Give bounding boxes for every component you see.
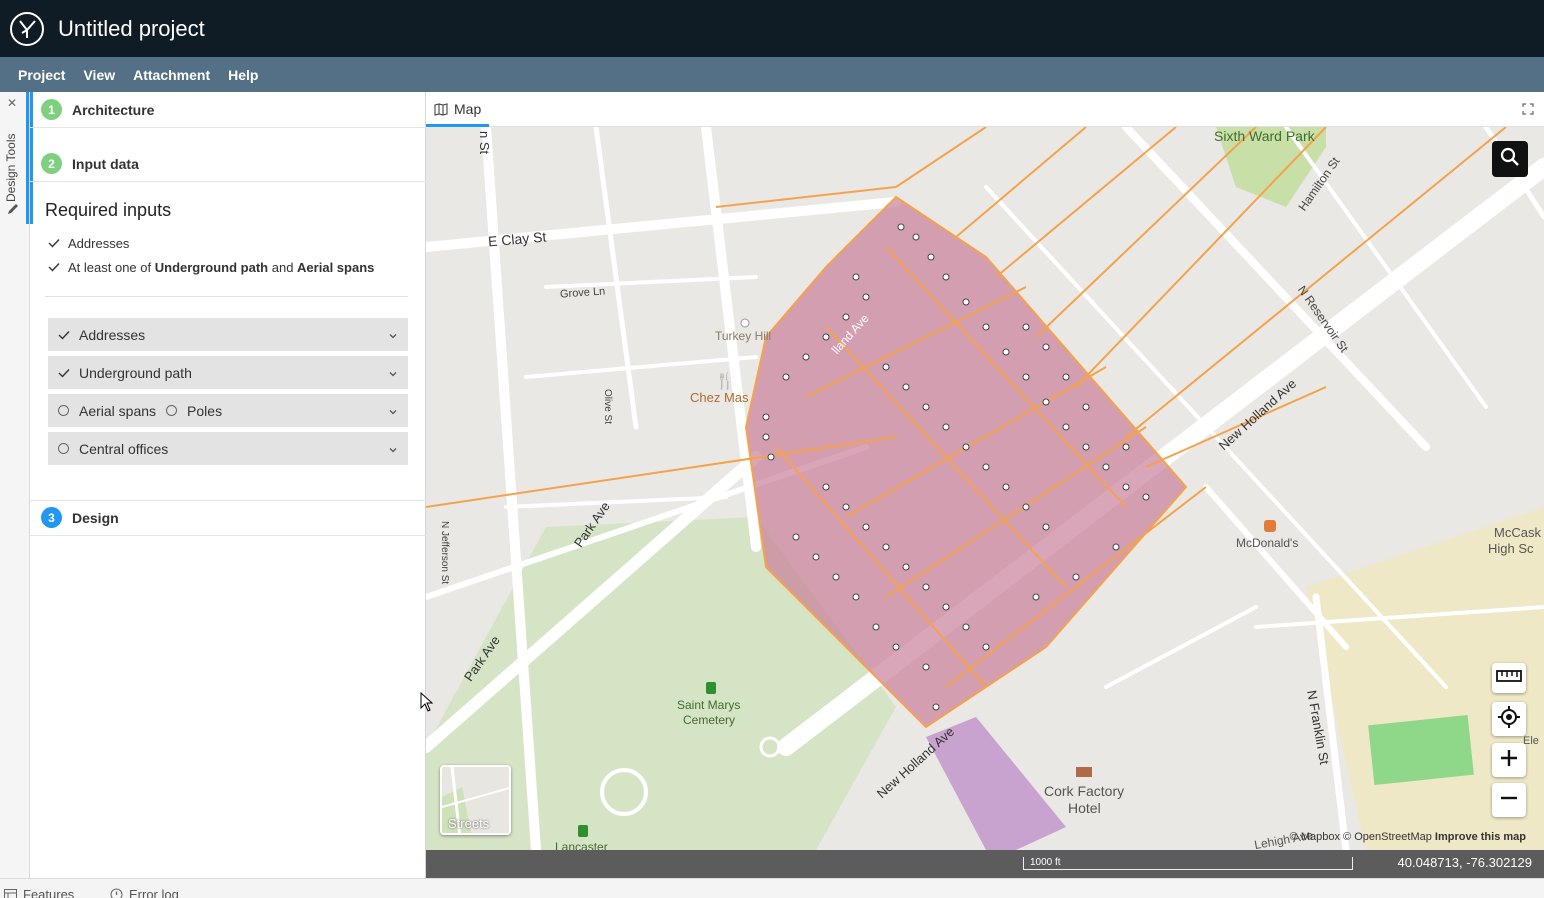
expand-icon[interactable] <box>1522 102 1534 120</box>
attribution-mapbox[interactable]: © Mapbox <box>1290 831 1340 843</box>
map-label: N Jefferson St <box>439 521 450 585</box>
map-label: McCask <box>1494 525 1541 540</box>
chevron-down-icon <box>388 404 398 420</box>
info-icon <box>110 888 123 898</box>
radio-empty-icon <box>58 405 72 416</box>
hotel-poi <box>1076 767 1092 777</box>
app-window: Untitled project Project View Attachment… <box>0 0 1544 898</box>
map-label: Sixth Ward Park <box>1214 128 1315 144</box>
locate-button[interactable] <box>1492 702 1526 736</box>
menu-view[interactable]: View <box>83 67 115 83</box>
required-inputs-title: Required inputs <box>45 200 172 220</box>
map-label: Saint Marys <box>677 698 741 712</box>
map-search-button[interactable] <box>1492 141 1528 177</box>
tools-active-indicator <box>26 92 29 224</box>
step-number-1: 1 <box>41 99 62 120</box>
input-underground-path[interactable]: Underground path <box>48 356 408 389</box>
map-label: Lancaster <box>555 840 608 850</box>
zoom-in-button[interactable] <box>1492 743 1526 777</box>
cursor-coordinates: 40.048713, -76.302129 <box>1397 855 1532 870</box>
divider <box>45 296 408 297</box>
menu-project[interactable]: Project <box>18 67 65 83</box>
map-label: Cork Factory <box>1044 783 1125 799</box>
tab-features[interactable]: Features <box>4 887 74 898</box>
project-title: Untitled project <box>58 15 205 41</box>
map-label: Turkey Hill <box>715 329 772 343</box>
close-icon[interactable]: ✕ <box>7 96 17 110</box>
map-label: High Sc <box>1488 541 1534 556</box>
check-icon <box>48 236 62 251</box>
requirement-addresses: Addresses <box>48 236 129 251</box>
radio-empty-icon <box>166 405 180 416</box>
ruler-icon <box>1496 669 1522 688</box>
zoom-out-button[interactable] <box>1492 783 1526 817</box>
design-panel: 1 Architecture 2 Input data Required inp… <box>30 92 426 878</box>
title-bar: Untitled project <box>0 0 1544 57</box>
map-label: Cemetery <box>683 713 736 727</box>
pencil-icon <box>6 202 20 221</box>
tab-error-log[interactable]: Error log <box>110 887 179 898</box>
tab-map[interactable]: Map <box>434 101 481 117</box>
menu-bar: Project View Attachment Help <box>0 57 1544 92</box>
map-canvas[interactable]: 🍴 Sixth Ward Park E Clay St Grove Ln Tur… <box>426 127 1544 850</box>
map-icon <box>434 102 448 116</box>
plus-icon <box>1500 749 1518 772</box>
cemetery-poi <box>578 825 588 837</box>
check-icon <box>48 260 62 275</box>
step-design[interactable]: 3 Design <box>30 500 426 536</box>
menu-help[interactable]: Help <box>228 67 258 83</box>
step-title-architecture: Architecture <box>72 101 155 118</box>
map-tab-header: Map <box>426 92 1544 127</box>
bottom-bar: Features Error log <box>0 878 1544 898</box>
step-input-data[interactable]: 2 Input data <box>30 146 426 182</box>
mouse-cursor-icon <box>420 691 434 717</box>
map-label: McDonald's <box>1236 536 1299 550</box>
map-label: Olive St <box>602 389 613 425</box>
map-label: n St <box>477 131 492 155</box>
chevron-down-icon <box>388 328 398 344</box>
check-icon <box>58 368 72 378</box>
cemetery-poi <box>706 682 716 694</box>
step-number-3: 3 <box>41 507 62 528</box>
basemap-toggle[interactable]: Streets <box>440 765 511 835</box>
input-central-offices[interactable]: Central offices <box>48 432 408 465</box>
chevron-down-icon <box>388 442 398 458</box>
crosshair-icon <box>1497 705 1521 734</box>
turkey-hill-poi <box>740 318 750 328</box>
scale-bar: 1000 ft <box>1023 857 1353 870</box>
check-icon <box>58 330 72 340</box>
menu-attachment[interactable]: Attachment <box>133 67 210 83</box>
network-logo-icon[interactable] <box>9 11 45 47</box>
radio-empty-icon <box>58 443 72 454</box>
map-status-bar: 1000 ft 40.048713, -76.302129 <box>426 850 1544 878</box>
chevron-down-icon <box>388 366 398 382</box>
design-tools-tab[interactable]: Design Tools <box>4 134 18 202</box>
restaurant-poi <box>1264 520 1276 532</box>
map-attribution: © Mapbox © OpenStreetMap Improve this ma… <box>1290 831 1526 843</box>
svg-text:🍴: 🍴 <box>715 371 735 390</box>
basemap-label: Streets <box>448 816 490 831</box>
field-area <box>1368 714 1474 786</box>
step-title-design: Design <box>72 509 119 526</box>
map-label: Hotel <box>1068 800 1101 816</box>
search-icon <box>1500 147 1520 172</box>
requirement-paths: At least one of Underground path and Aer… <box>48 260 374 275</box>
map-label: Chez Mas <box>690 390 749 405</box>
minus-icon <box>1500 789 1518 812</box>
table-icon <box>4 889 17 898</box>
step-title-input-data: Input data <box>72 155 139 172</box>
map-base: 🍴 <box>426 127 1544 850</box>
step-number-2: 2 <box>41 153 62 174</box>
measure-button[interactable] <box>1492 663 1526 693</box>
attribution-improve[interactable]: Improve this map <box>1435 831 1526 843</box>
input-addresses[interactable]: Addresses <box>48 318 408 351</box>
step-architecture[interactable]: 1 Architecture <box>30 92 426 128</box>
design-tools-strip: ✕ Design Tools <box>0 92 30 878</box>
input-aerial-spans[interactable]: Aerial spans Poles <box>48 394 408 427</box>
attribution-osm[interactable]: © OpenStreetMap <box>1343 831 1432 843</box>
